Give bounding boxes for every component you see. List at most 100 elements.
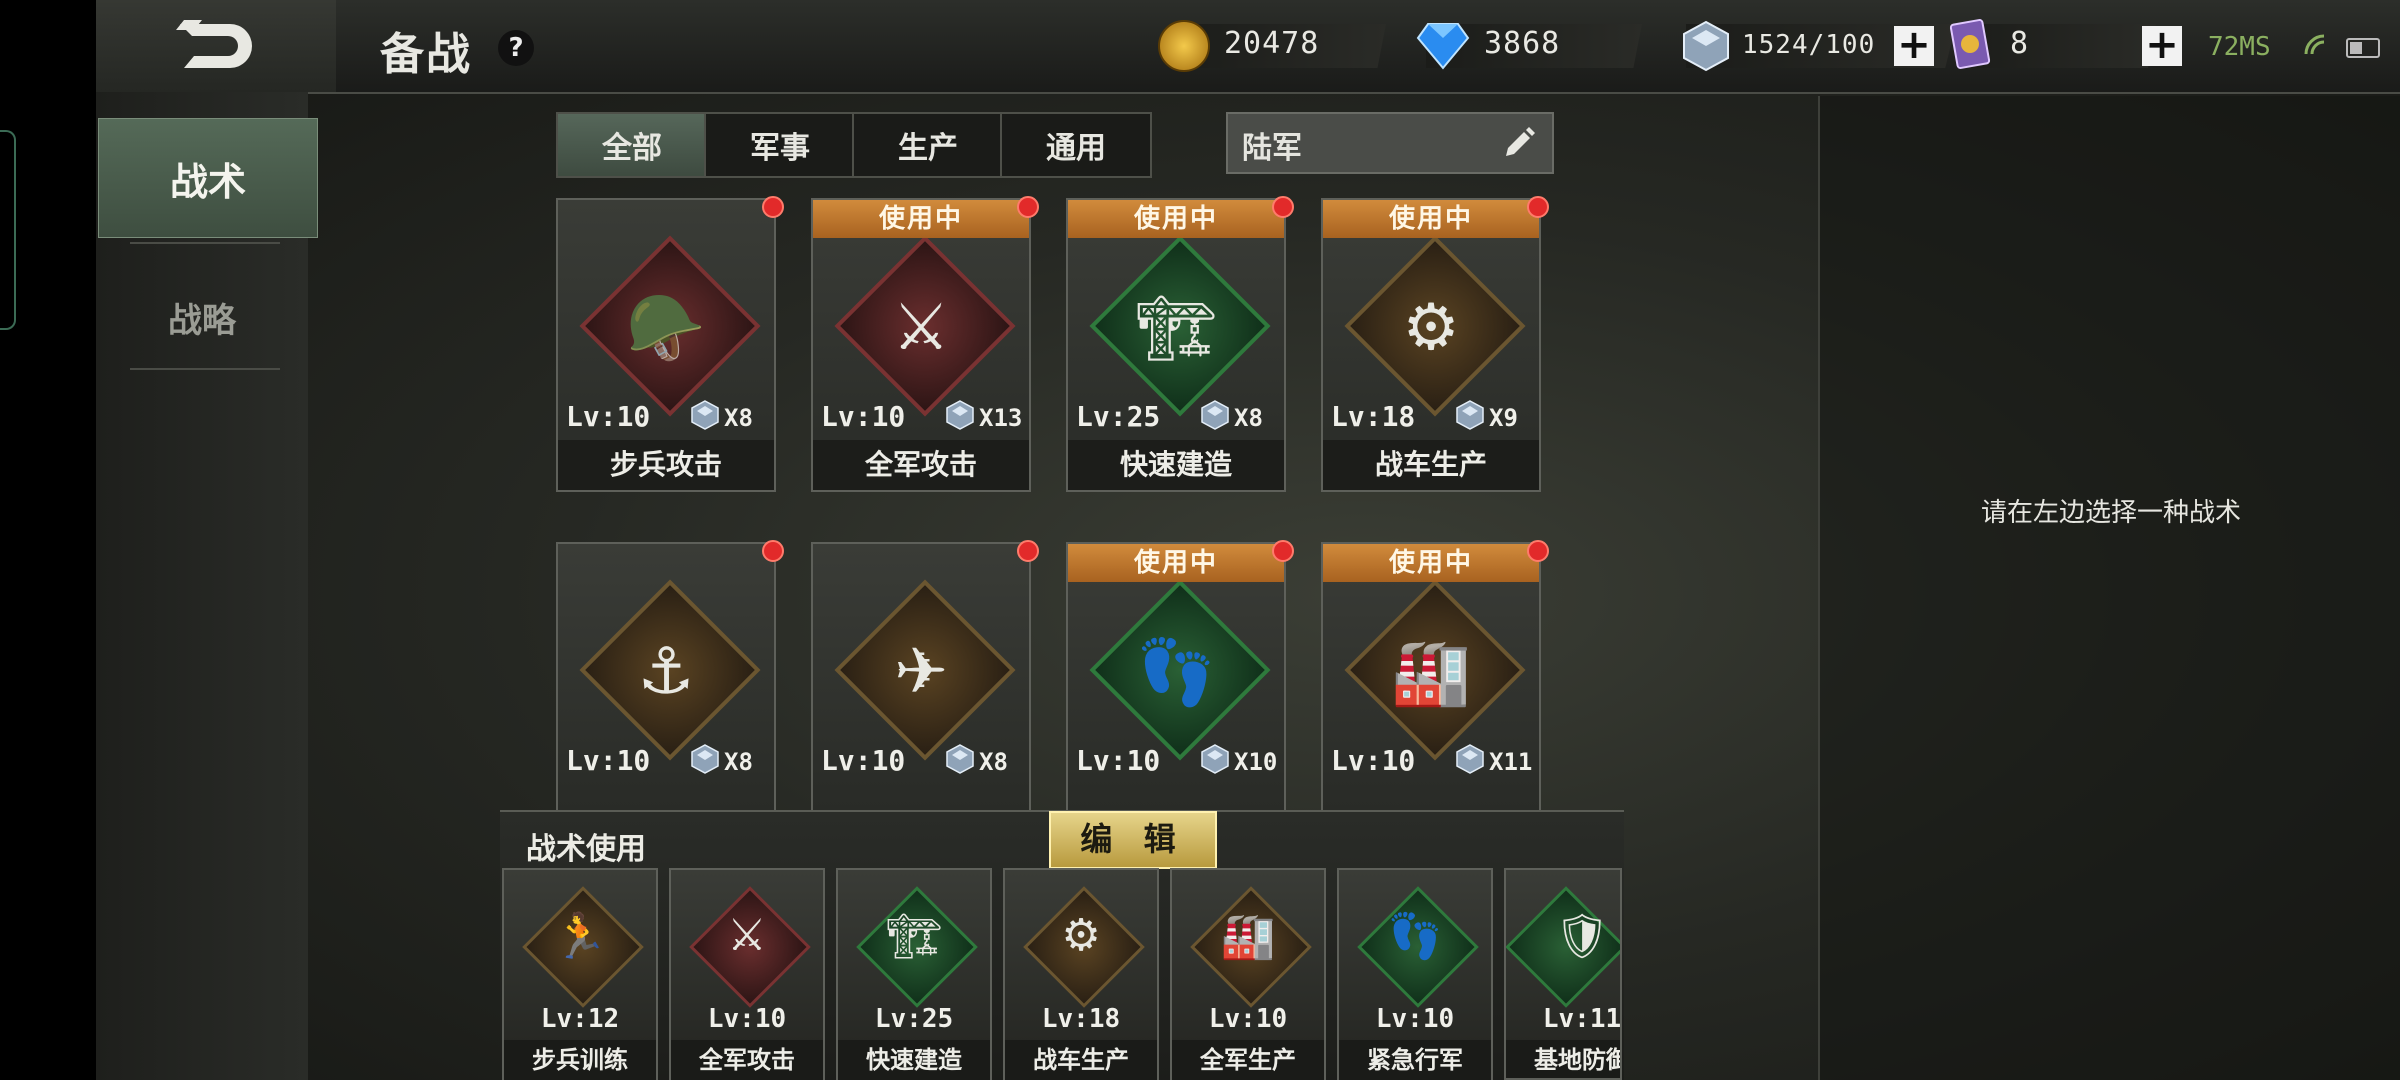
- diamond-amount: 3868: [1484, 26, 1561, 61]
- tactic-level: Lv:25: [1076, 400, 1161, 433]
- tab-all[interactable]: 全部: [556, 112, 708, 178]
- slot-name: 紧急行军: [1339, 1040, 1491, 1080]
- pencil-icon[interactable]: [1498, 124, 1538, 164]
- equipped-tactic-slot[interactable]: 🛡 Lv:11 基地防御: [1504, 868, 1622, 1080]
- notification-dot: [762, 196, 784, 218]
- card-token-amount: 8: [2010, 26, 2030, 61]
- construction-crane-icon: 🏗: [1135, 291, 1217, 366]
- notification-dot: [1272, 540, 1294, 562]
- crystal-icon: [1456, 400, 1484, 430]
- equipped-tactic-slot[interactable]: 👣 Lv:10 紧急行军: [1337, 868, 1493, 1080]
- slot-level: Lv:10: [707, 1004, 787, 1034]
- divider: [130, 242, 280, 244]
- tactic-cost: X11: [1489, 748, 1533, 776]
- slot-level: Lv:11: [1542, 1004, 1622, 1034]
- factory-gear-icon: 🏭: [1220, 911, 1276, 962]
- factory-gear-icon: 🏭: [1391, 635, 1471, 710]
- gold-coin-icon: [1158, 20, 1210, 72]
- edge-handle[interactable]: [0, 130, 16, 330]
- help-icon[interactable]: ?: [498, 30, 534, 66]
- add-card-button[interactable]: +: [2142, 25, 2182, 66]
- diamond-icon: [1416, 23, 1470, 70]
- tactic-card[interactable]: 👣 使用中 Lv:10 X10: [1066, 542, 1286, 812]
- edit-button[interactable]: 编 辑: [1049, 811, 1217, 869]
- crystal-icon: [1201, 400, 1229, 430]
- infantry-soldier-icon: 🪖: [626, 291, 706, 366]
- tab-production[interactable]: 生产: [852, 112, 1004, 178]
- warship-gear-icon: ⚓: [637, 635, 695, 709]
- tank-gear-icon: ⚙: [1061, 910, 1101, 961]
- tactic-level: Lv:10: [1076, 744, 1161, 777]
- tactic-level: Lv:10: [566, 400, 651, 433]
- tactic-level: Lv:18: [1331, 400, 1416, 433]
- tactic-card[interactable]: ⚔ 使用中 Lv:10 X13 全军攻击: [811, 198, 1031, 492]
- squad-march-icon: 👣: [1136, 635, 1216, 710]
- wifi-icon: [2304, 34, 2325, 55]
- notification-dot: [762, 540, 784, 562]
- category-filter-field[interactable]: 陆军: [1226, 112, 1554, 174]
- equipped-tactic-slot[interactable]: ⚔ Lv:10 全军攻击: [669, 868, 825, 1080]
- tactic-cost: X9: [1489, 404, 1518, 432]
- battery-icon: [2346, 38, 2380, 58]
- crystal-icon: [946, 400, 974, 430]
- infantry-training-icon: 🏃: [552, 911, 608, 962]
- back-arrow-icon: [176, 20, 252, 68]
- crystal-icon: [1683, 20, 1729, 72]
- panel-title: 战术使用: [526, 832, 646, 867]
- tactic-card[interactable]: 🪖 Lv:10 X8 步兵攻击: [556, 198, 776, 492]
- tab-general[interactable]: 通用: [1000, 112, 1152, 178]
- select-hint: 请在左边选择一种战术: [1980, 498, 2241, 528]
- back-button[interactable]: [96, 0, 336, 92]
- crystal-icon: [1456, 744, 1484, 774]
- notification-dot: [1017, 540, 1039, 562]
- tactic-level: Lv:10: [821, 400, 906, 433]
- top-bar: 备战 ? 20478 3868 1524/100 + 8 + 72MS: [96, 0, 2400, 94]
- add-crystal-button[interactable]: +: [1894, 25, 1934, 66]
- tactic-level: Lv:10: [1331, 744, 1416, 777]
- tactic-level: Lv:10: [821, 744, 906, 777]
- tactic-card[interactable]: ✈ Lv:10 X8: [811, 542, 1031, 812]
- sidebar-item-strategy[interactable]: 战略: [126, 272, 278, 362]
- tactic-level: Lv:10: [566, 744, 651, 777]
- tactic-cost: X8: [724, 748, 753, 776]
- equipped-tactic-slot[interactable]: 🏗 Lv:25 快速建造: [836, 868, 992, 1080]
- tactic-name: 步兵攻击: [558, 440, 774, 490]
- tactic-card[interactable]: 🏭 使用中 Lv:10 X11: [1321, 542, 1541, 812]
- tactic-cost: X8: [724, 404, 753, 432]
- crystal-icon: [1201, 744, 1229, 774]
- in-use-badge: 使用中: [1068, 200, 1284, 238]
- slot-level: Lv:12: [540, 1004, 620, 1034]
- notification-dot: [1527, 540, 1549, 562]
- slot-name: 步兵训练: [504, 1040, 656, 1080]
- category-filter-value: 陆军: [1242, 131, 1302, 166]
- base-defense-icon: 🛡: [1554, 911, 1610, 962]
- tactic-card[interactable]: ⚙ 使用中 Lv:18 X9 战车生产: [1321, 198, 1541, 492]
- slot-name: 基地防御: [1506, 1040, 1620, 1078]
- tactic-cost: X8: [1234, 404, 1263, 432]
- tactic-name: 全军攻击: [813, 440, 1029, 490]
- slot-level: Lv:25: [874, 1004, 954, 1034]
- in-use-badge: 使用中: [1323, 200, 1539, 238]
- tactic-name: 快速建造: [1068, 440, 1284, 490]
- equipped-tactic-slot[interactable]: 🏭 Lv:10 全军生产: [1170, 868, 1326, 1080]
- tactic-card[interactable]: ⚓ Lv:10 X8: [556, 542, 776, 812]
- tactic-name: 战车生产: [1323, 440, 1539, 490]
- tank-gear-icon: ⚙: [1402, 291, 1460, 365]
- gold-amount: 20478: [1224, 26, 1320, 61]
- game-screen: 备战 ? 20478 3868 1524/100 + 8 + 72MS 战术 战…: [96, 0, 2400, 1080]
- slot-name: 全军生产: [1172, 1040, 1324, 1080]
- tab-military[interactable]: 军事: [704, 112, 856, 178]
- in-use-badge: 使用中: [1068, 544, 1284, 582]
- army-attack-icon: ⚔: [727, 910, 767, 961]
- tactic-cost: X10: [1234, 748, 1278, 776]
- equipped-tactic-slot[interactable]: 🏃 Lv:12 步兵训练: [502, 868, 658, 1080]
- jet-gear-icon: ✈: [894, 635, 948, 709]
- card-token-icon: [1949, 19, 1991, 69]
- squad-march-icon: 👣: [1387, 911, 1443, 962]
- army-attack-icon: ⚔: [892, 291, 950, 365]
- construction-crane-icon: 🏗: [886, 911, 942, 962]
- sidebar-item-tactics[interactable]: 战术: [98, 118, 318, 238]
- crystal-icon: [691, 744, 719, 774]
- tactic-card[interactable]: 🏗 使用中 Lv:25 X8 快速建造: [1066, 198, 1286, 492]
- equipped-tactic-slot[interactable]: ⚙ Lv:18 战车生产: [1003, 868, 1159, 1080]
